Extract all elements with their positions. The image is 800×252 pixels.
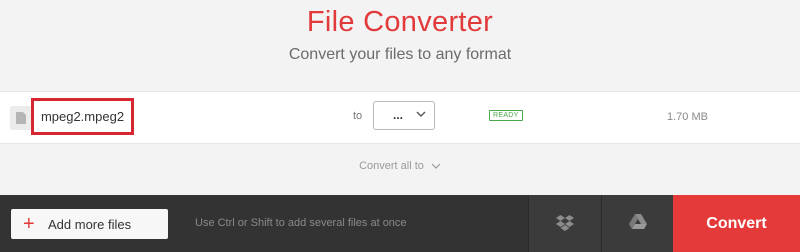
status-badge: READY	[489, 110, 523, 121]
file-name-label: mpeg2.mpeg2	[40, 109, 125, 124]
add-more-files-button[interactable]: + Add more files	[11, 209, 168, 239]
google-drive-button[interactable]	[601, 195, 674, 252]
plus-icon: +	[23, 213, 35, 235]
file-size: 1.70 MB	[667, 111, 708, 123]
format-select[interactable]: ...	[373, 101, 435, 130]
google-drive-icon	[629, 214, 647, 229]
file-icon	[10, 106, 32, 130]
format-select-value: ...	[393, 108, 404, 122]
convert-all-label: Convert all to	[359, 160, 424, 172]
chevron-down-icon	[416, 111, 426, 117]
header: File Converter Convert your files to any…	[0, 0, 800, 90]
page-title: File Converter	[306, 6, 494, 38]
convert-button-label: Convert	[706, 214, 767, 232]
file-converter-page: File Converter Convert your files to any…	[0, 0, 800, 252]
to-label: to	[353, 110, 363, 122]
chevron-down-icon	[431, 163, 441, 169]
convert-all-dropdown[interactable]: Convert all to	[0, 160, 800, 172]
multi-select-hint: Use Ctrl or Shift to add several files a…	[195, 217, 407, 229]
action-bar: + Add more files Use Ctrl or Shift to ad…	[0, 195, 800, 252]
page-subtitle: Convert your files to any format	[288, 46, 512, 63]
convert-button[interactable]: Convert	[673, 195, 800, 252]
add-more-files-label: Add more files	[48, 217, 132, 232]
file-row: mpeg2.mpeg2 to ... READY 1.70 MB	[0, 91, 800, 144]
file-name: mpeg2.mpeg2	[31, 98, 134, 135]
dropbox-button[interactable]	[528, 195, 601, 252]
dropbox-icon	[556, 215, 574, 231]
